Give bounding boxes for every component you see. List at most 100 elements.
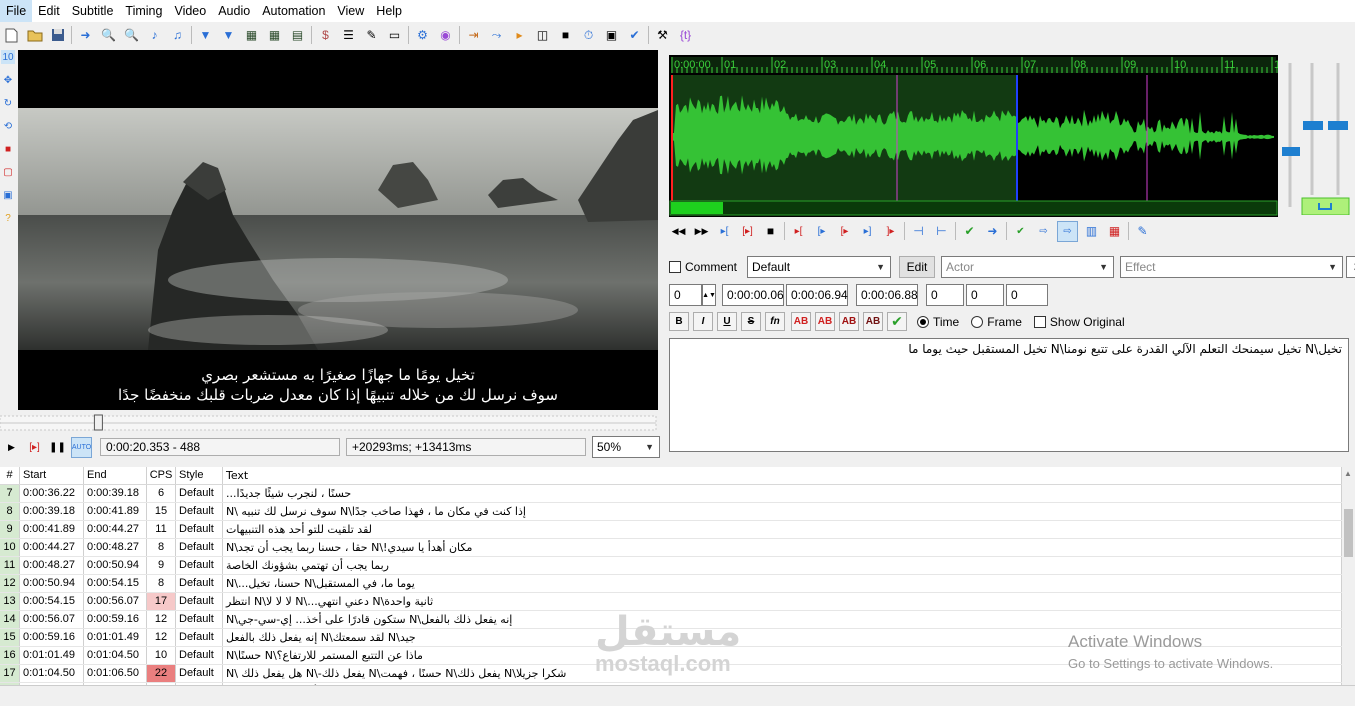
tools-icon[interactable]: ⚒ (653, 26, 672, 45)
play-icon[interactable]: ▶ (2, 438, 21, 457)
effect-dropdown[interactable]: Effect ▼ (1120, 256, 1344, 278)
frame-radio[interactable] (971, 315, 984, 328)
stop-audio-icon[interactable]: ■ (761, 222, 780, 241)
audio-waveform[interactable]: 0:00:00 01 02 03 04 05 06 07 08 09 10 11 1 (669, 55, 1278, 217)
video-display[interactable]: تخيل يومًا ما جهازًا صغيرًا به مستشعر بص… (18, 50, 658, 410)
start-time-field[interactable]: 0:00:00.06 (722, 284, 784, 306)
video-seek-slider[interactable] (0, 412, 658, 434)
time-radio[interactable] (917, 315, 929, 328)
clock-icon[interactable]: ⏱ (579, 26, 598, 45)
zoom-dropdown[interactable]: 50% ▼ (592, 436, 660, 458)
table-row[interactable]: 12 0:00:50.94 0:00:54.15 8 Default يوما ما، ف… (0, 575, 1342, 593)
zoom-in-icon[interactable]: 🔍 (99, 26, 118, 45)
table-row[interactable]: 7 0:00:36.22 0:00:39.18 6 Default حسنًا ، لنج… (0, 485, 1342, 503)
menu-audio[interactable]: Audio (212, 0, 256, 22)
spectrum-icon[interactable]: ▥ (1082, 222, 1101, 241)
check-icon[interactable]: ✔ (625, 26, 644, 45)
rotate-xy-icon[interactable]: ⟲ (1, 119, 15, 133)
outline-color-button[interactable]: AB (839, 312, 859, 331)
standard-tool-icon[interactable]: 10 (1, 50, 15, 64)
automation-icon[interactable]: ⚙ (413, 26, 432, 45)
video-open-icon[interactable]: ♫ (168, 26, 187, 45)
menu-file[interactable]: File (0, 0, 33, 22)
play-first-500ms-icon[interactable]: [▸ (835, 222, 854, 241)
timing-post-processor-icon[interactable]: ⤳ (487, 26, 506, 45)
auto-commit-icon[interactable]: ✔ (1011, 222, 1030, 241)
end-time-field[interactable]: 0:00:06.94 (786, 284, 848, 306)
shadow-color-button[interactable]: AB (863, 312, 883, 331)
play-line-icon[interactable]: [▸] (25, 438, 44, 457)
grid-header-number[interactable]: # (0, 467, 20, 484)
new-file-icon[interactable] (2, 26, 21, 45)
margin-left-field[interactable]: 0 (926, 284, 964, 306)
table-row[interactable]: 8 0:00:39.18 0:00:41.89 15 Default إذا كنت في… (0, 503, 1342, 521)
styling-assistant-icon[interactable]: $ (316, 26, 335, 45)
strikeout-button[interactable]: S (741, 312, 761, 331)
properties-icon[interactable]: ☰ (339, 26, 358, 45)
commit-check-icon[interactable]: ✔ (887, 312, 907, 331)
play-500ms-after-icon[interactable]: [▸ (812, 222, 831, 241)
lead-in-icon[interactable]: ⊣ (909, 222, 928, 241)
margin-vertical-field[interactable]: 0 (1006, 284, 1048, 306)
aegisub-icon[interactable]: ◉ (436, 26, 455, 45)
drag-tool-icon[interactable]: ✥ (1, 73, 15, 87)
table-row[interactable]: 10 0:00:44.27 0:00:48.27 8 Default مكان أهدأ … (0, 539, 1342, 557)
link-sliders-button[interactable] (1301, 197, 1350, 216)
audio-open-icon[interactable]: ♪ (145, 26, 164, 45)
layer-field[interactable]: 0 (669, 284, 702, 306)
fonts-collector-icon[interactable]: ▦ (265, 26, 284, 45)
translation-assistant-icon[interactable]: ✎ (362, 26, 381, 45)
volume-thumb[interactable] (1328, 121, 1348, 130)
shift-times-icon[interactable]: ⇥ (464, 26, 483, 45)
zoom-out-icon[interactable]: 🔍 (122, 26, 141, 45)
vector-clip-icon[interactable]: ▣ (1, 188, 15, 202)
grid-scroll-thumb[interactable] (1344, 509, 1353, 557)
menu-video[interactable]: Video (168, 0, 212, 22)
spell-check-icon[interactable]: ▭ (385, 26, 404, 45)
grid-header-cps[interactable]: CPS (147, 467, 176, 484)
underline-button[interactable]: U (717, 312, 737, 331)
options-icon[interactable]: ▣ (602, 26, 621, 45)
karaoke-mode-icon[interactable]: ✎ (1133, 222, 1152, 241)
go-to-next-icon[interactable]: ➜ (983, 222, 1002, 241)
menu-automation[interactable]: Automation (256, 0, 331, 22)
comment-checkbox[interactable] (669, 261, 681, 273)
table-row[interactable]: 11 0:00:48.27 0:00:50.94 9 Default ربما يجب أ… (0, 557, 1342, 575)
show-original-checkbox[interactable] (1033, 315, 1046, 328)
autoscroll-icon[interactable]: AUTO (71, 436, 92, 458)
subtitle-text-editor[interactable]: تخيل\N تخيل سيمنحك التعلم الآلي القدرة ع… (669, 338, 1349, 452)
menu-help[interactable]: Help (370, 0, 408, 22)
play-to-end-icon[interactable]: ]▸ (881, 222, 900, 241)
menu-view[interactable]: View (331, 0, 370, 22)
subtitle-offset-field[interactable]: +20293ms; +13413ms (346, 438, 586, 456)
edit-style-button[interactable]: Edit (899, 256, 936, 278)
grid-header-text[interactable]: Text (223, 467, 1342, 484)
grid-scrollbar[interactable]: ▲ (1342, 467, 1355, 685)
auto-scroll-audio-icon[interactable]: ⇨ (1057, 220, 1078, 242)
table-row[interactable]: 9 0:00:41.89 0:00:44.27 11 Default لقد تلقيت … (0, 521, 1342, 539)
style-dropdown[interactable]: Default ▼ (747, 256, 892, 278)
play-current-line-icon[interactable]: [▸] (738, 222, 757, 241)
primary-color-button[interactable]: AB (791, 312, 811, 331)
video-position-field[interactable]: 0:00:20.353 - 488 (100, 438, 340, 456)
grid-header-style[interactable]: Style (176, 467, 223, 484)
script-icon[interactable]: {t} (676, 26, 695, 45)
menu-subtitle[interactable]: Subtitle (66, 0, 120, 22)
open-folder-icon[interactable] (25, 26, 44, 45)
next-line-icon[interactable]: ▶▶ (692, 222, 711, 241)
style-manager-icon[interactable]: ▼ (196, 26, 215, 45)
previous-line-icon[interactable]: ◀◀ (669, 222, 688, 241)
save-icon[interactable] (48, 26, 67, 45)
duration-field[interactable]: 0:00:06.88 (856, 284, 918, 306)
menu-edit[interactable]: Edit (32, 0, 66, 22)
rotate-z-icon[interactable]: ↻ (1, 96, 15, 110)
commit-icon[interactable]: ✔ (960, 222, 979, 241)
play-last-500ms-icon[interactable]: ▸] (858, 222, 877, 241)
grid-header-end[interactable]: End (84, 467, 147, 484)
attachments-icon[interactable]: ▦ (242, 26, 261, 45)
scale-icon[interactable]: ■ (1, 142, 15, 156)
stop-icon[interactable]: ■ (556, 26, 575, 45)
bold-button[interactable]: B (669, 312, 689, 331)
style-assistant-icon[interactable]: ▼ (219, 26, 238, 45)
horizontal-zoom-thumb[interactable] (1280, 147, 1300, 156)
